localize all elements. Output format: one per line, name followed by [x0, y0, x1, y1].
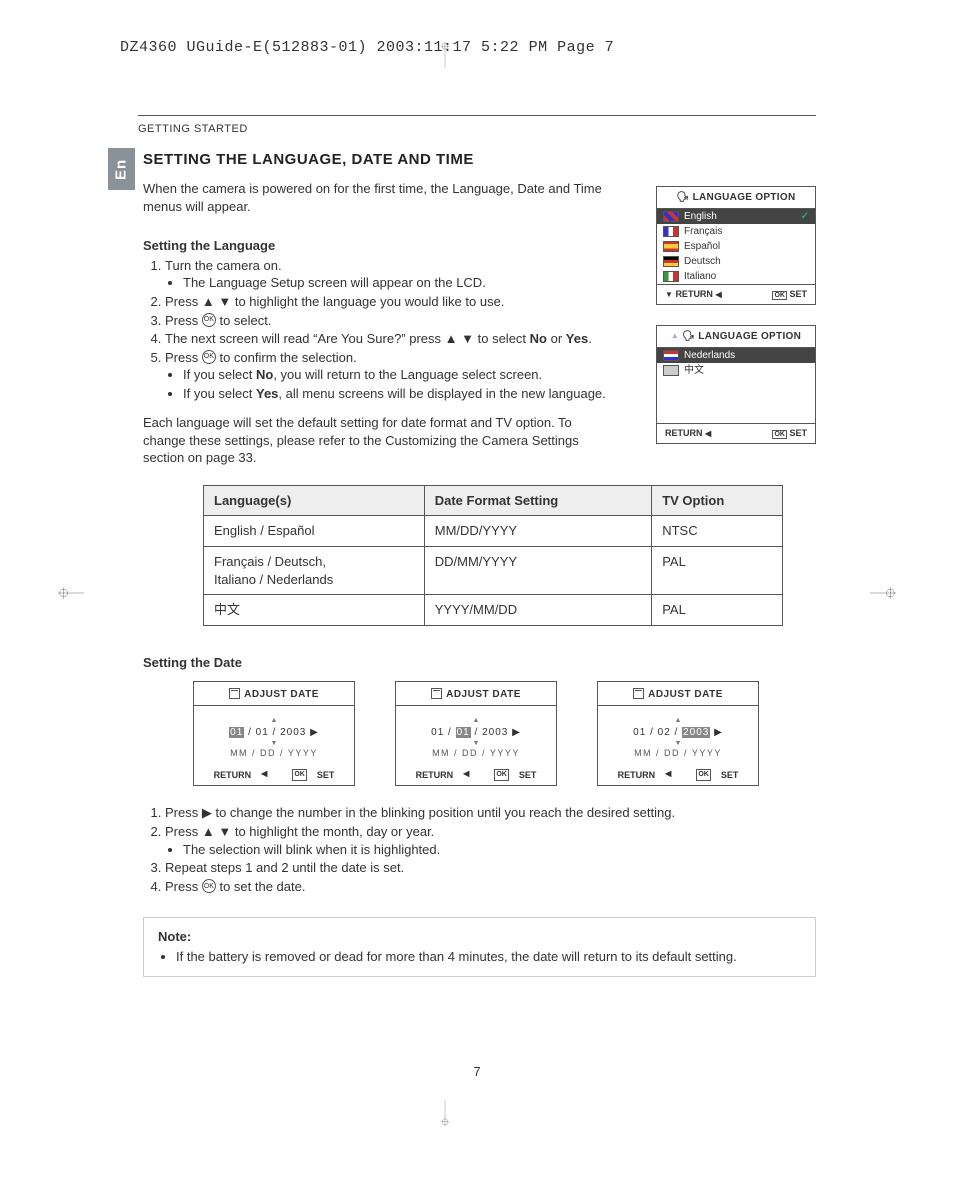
ok-icon: OK — [202, 313, 216, 327]
check-icon: ✓ — [801, 210, 809, 224]
ok-badge: OK — [696, 769, 711, 781]
speech-icon: 🗣 — [677, 191, 690, 205]
speech-icon: 🗣 — [682, 330, 695, 344]
intro-text: When the camera is powered on for the fi… — [143, 180, 603, 215]
triangle-up-icon: ▲ — [271, 718, 278, 724]
ok-badge: OK — [292, 769, 307, 781]
page-number: 7 — [0, 1063, 954, 1081]
language-option-panel-2: ▲ 🗣 LANGUAGE OPTION Nederlands 中文 RETURN… — [656, 325, 816, 444]
triangle-down-icon: ▼ — [665, 290, 673, 299]
language-format-table: Language(s)Date Format SettingTV Option … — [203, 485, 783, 626]
triangle-left-icon: ◀ — [705, 429, 711, 438]
ok-icon: OK — [202, 350, 216, 364]
section-label: GETTING STARTED — [138, 122, 248, 137]
triangle-up-icon: ▲ — [675, 718, 682, 724]
triangle-up-icon: ▲ — [473, 718, 480, 724]
lang-item-deutsch: Deutsch — [657, 254, 815, 269]
setting-date-heading: Setting the Date — [143, 654, 816, 672]
registration-mark-top — [432, 42, 458, 68]
lang-item-italiano: Italiano — [657, 269, 815, 284]
adjust-date-panel-1: ADJUST DATE ▲ 01 / 01 / 2003 ▶ ▼ MM / DD… — [193, 681, 355, 786]
triangle-right-icon: ▶ — [714, 727, 723, 738]
triangle-left-icon: ◀ — [261, 769, 267, 781]
calendar-icon — [229, 688, 240, 699]
flag-uk-icon — [663, 211, 679, 222]
table-row: 中文YYYY/MM/DDPAL — [204, 595, 783, 626]
flag-de-icon — [663, 256, 679, 267]
registration-mark-right — [870, 580, 896, 606]
adjust-date-panel-3: ADJUST DATE ▲ 01 / 02 / 2003 ▶ ▼ MM / DD… — [597, 681, 759, 786]
language-note-paragraph: Each language will set the default setti… — [143, 414, 603, 467]
triangle-left-icon: ◀ — [665, 769, 671, 781]
flag-nl-icon — [663, 350, 679, 361]
triangle-up-icon: ▲ — [671, 331, 679, 342]
triangle-down-icon: ▼ — [218, 293, 231, 311]
triangle-left-icon: ◀ — [463, 769, 469, 781]
flag-es-icon — [663, 241, 679, 252]
top-rule — [138, 115, 816, 116]
triangle-up-icon: ▲ — [202, 293, 215, 311]
triangle-left-icon: ◀ — [715, 290, 721, 299]
lang-item-english: English✓ — [657, 209, 815, 224]
table-row: Français / Deutsch, Italiano / Nederland… — [204, 547, 783, 595]
calendar-icon — [633, 688, 644, 699]
triangle-right-icon: ▶ — [512, 727, 521, 738]
triangle-right-icon: ▶ — [310, 727, 319, 738]
table-row: English / EspañolMM/DD/YYYYNTSC — [204, 516, 783, 547]
language-tab-en: En — [108, 148, 135, 190]
adjust-date-panel-2: ADJUST DATE ▲ 01 / 01 / 2003 ▶ ▼ MM / DD… — [395, 681, 557, 786]
flag-fr-icon — [663, 226, 679, 237]
triangle-down-icon: ▼ — [461, 330, 474, 348]
ok-badge: OK — [494, 769, 509, 781]
adjust-date-panels: ADJUST DATE ▲ 01 / 01 / 2003 ▶ ▼ MM / DD… — [193, 681, 816, 786]
lang-item-francais: Français — [657, 224, 815, 239]
language-option-panel-1: 🗣 LANGUAGE OPTION English✓ Français Espa… — [656, 186, 816, 305]
triangle-down-icon: ▼ — [218, 823, 231, 841]
lang-item-chinese: 中文 — [657, 363, 815, 378]
calendar-icon — [431, 688, 442, 699]
triangle-up-icon: ▲ — [202, 823, 215, 841]
triangle-right-icon: ▶ — [202, 804, 212, 822]
triangle-up-icon: ▲ — [445, 330, 458, 348]
ok-badge: OK — [772, 291, 787, 300]
print-header: DZ4360 UGuide-E(512883-01) 2003:11:17 5:… — [120, 38, 614, 58]
ok-icon: OK — [202, 879, 216, 893]
lang-item-nederlands: Nederlands — [657, 348, 815, 363]
ok-badge: OK — [772, 430, 787, 439]
registration-mark-bottom — [432, 1100, 458, 1126]
flag-it-icon — [663, 271, 679, 282]
setting-date-steps: Press ▶ to change the number in the blin… — [143, 804, 816, 895]
lang-item-espanol: Español — [657, 239, 815, 254]
note-box: Note: If the battery is removed or dead … — [143, 917, 816, 977]
registration-mark-left — [58, 580, 84, 606]
page-heading: SETTING THE LANGUAGE, DATE AND TIME — [143, 150, 816, 170]
flag-cn-icon — [663, 365, 679, 376]
